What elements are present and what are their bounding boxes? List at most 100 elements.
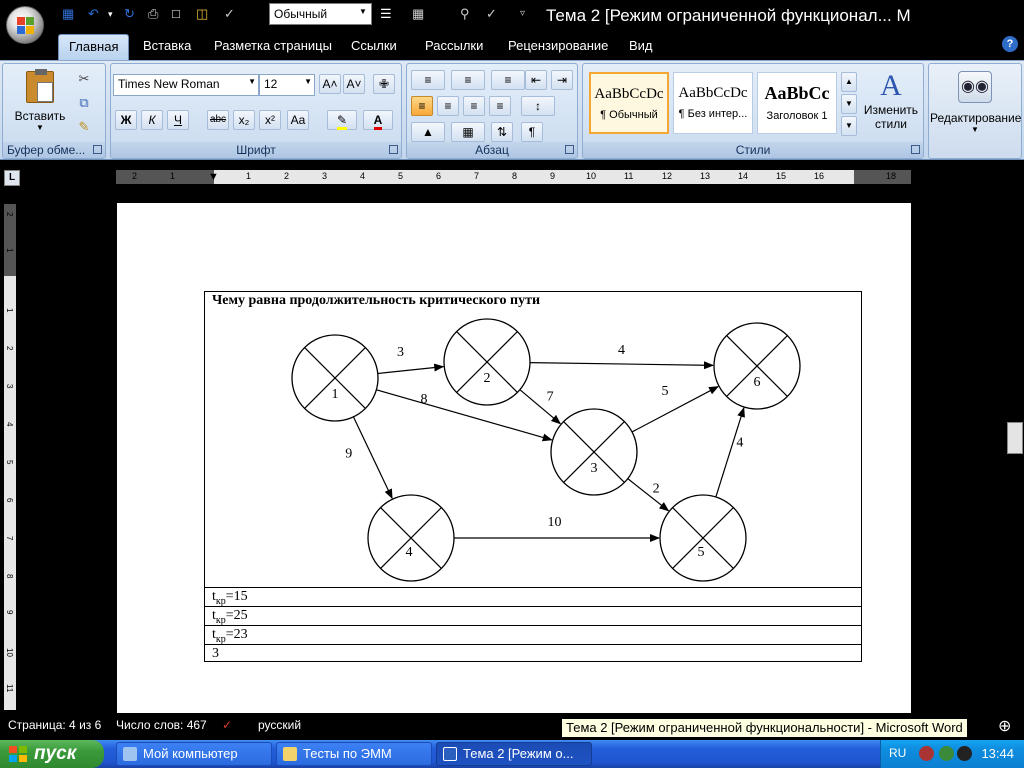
dialog-launcher-icon[interactable] <box>911 145 920 154</box>
task-word-document[interactable]: Тема 2 [Режим о... <box>436 742 592 766</box>
vertical-scrollbar[interactable] <box>1007 190 1024 710</box>
superscript-button[interactable]: x² <box>259 110 281 130</box>
tray-app-icon[interactable] <box>919 746 934 761</box>
styles-scroll-up-icon[interactable]: ▲ <box>841 72 857 92</box>
tab-view[interactable]: Вид <box>629 38 653 54</box>
tab-mailings[interactable]: Рассылки <box>425 38 483 54</box>
task-label: Тема 2 [Режим о... <box>463 746 574 761</box>
undo-icon[interactable]: ↶ <box>88 6 99 22</box>
sort-icon[interactable]: ⇅ <box>491 122 513 142</box>
word-count[interactable]: Число слов: 467 <box>116 718 207 732</box>
shrink-font-button[interactable]: A˅ <box>343 74 365 94</box>
bold-button[interactable]: Ж <box>115 110 137 130</box>
style-heading-1[interactable]: AaBbCc Заголовок 1 <box>757 72 837 134</box>
horizontal-ruler[interactable]: 2 1 ▼ 1 2 3 4 5 6 7 8 9 10 11 12 13 14 1… <box>116 170 911 184</box>
customize-toolbar-icon[interactable]: ▿ <box>520 6 525 22</box>
zoom-in-icon[interactable]: ⊕ <box>998 716 1011 736</box>
task-tests-folder[interactable]: Тесты по ЭММ <box>276 742 432 766</box>
shading-icon[interactable]: ▲ <box>411 122 445 142</box>
search-icon[interactable]: ⚲ <box>460 6 470 22</box>
multilevel-list-icon[interactable]: ≡ <box>491 70 525 90</box>
align-right-icon[interactable]: ≡ <box>463 96 485 116</box>
style-combo[interactable]: Обычный ▼ <box>269 3 372 25</box>
font-size-box[interactable]: 12 ▼ <box>259 74 315 96</box>
answer-option[interactable]: tкр=25 <box>205 606 861 626</box>
print-icon[interactable]: ⎙ <box>148 6 158 22</box>
office-logo-icon <box>17 17 35 35</box>
styles-scroll-down-icon[interactable]: ▼ <box>841 94 857 114</box>
strikethrough-button[interactable]: abc <box>207 110 229 130</box>
cut-icon[interactable]: ✂ <box>75 70 93 88</box>
dialog-launcher-icon[interactable] <box>389 145 398 154</box>
answer-option[interactable]: 3 <box>205 644 861 663</box>
answer-option[interactable]: tкр=23 <box>205 625 861 645</box>
grow-font-button[interactable]: A˄ <box>319 74 341 94</box>
show-marks-button[interactable]: ¶ <box>521 122 543 142</box>
node-number: 2 <box>484 371 491 386</box>
tab-insert[interactable]: Вставка <box>143 38 191 54</box>
dialog-launcher-icon[interactable] <box>93 145 102 154</box>
tab-home[interactable]: Главная <box>58 34 130 60</box>
keyboard-language[interactable]: RU <box>889 746 906 760</box>
numbering-icon[interactable]: ≡ <box>451 70 485 90</box>
redo-icon[interactable]: ↻ <box>124 6 135 22</box>
tab-review[interactable]: Рецензирование <box>508 38 608 54</box>
tab-page-layout[interactable]: Разметка страницы <box>214 38 332 54</box>
list-icon[interactable]: ☰ <box>380 6 392 22</box>
increase-indent-icon[interactable]: ⇥ <box>551 70 573 90</box>
bullets-icon[interactable]: ≡ <box>411 70 445 90</box>
subscript-button[interactable]: x₂ <box>233 110 255 130</box>
editing-button[interactable]: ◉◉ Редактирование ▼ <box>929 68 1021 144</box>
taskbar: пуск Мой компьютер Тесты по ЭММ Тема 2 [… <box>0 740 1024 768</box>
styles-more-icon[interactable]: ▼ <box>841 116 857 136</box>
vertical-ruler[interactable]: 2 1 1 2 3 4 5 6 7 8 9 10 11 <box>4 204 16 710</box>
new-document-icon[interactable]: □ <box>172 6 180 22</box>
save-icon[interactable]: ▦ <box>62 6 74 22</box>
change-styles-button[interactable]: A Изменить стили <box>861 68 921 140</box>
clear-format-icon[interactable]: ✙ <box>373 74 395 94</box>
line-spacing-icon[interactable]: ↕ <box>521 96 555 116</box>
align-left-icon[interactable]: ≡ <box>411 96 433 116</box>
open-folder-icon[interactable]: ◫ <box>196 6 208 22</box>
highlight-icon[interactable]: ✎ <box>327 110 357 130</box>
align-center-icon[interactable]: ≡ <box>437 96 459 116</box>
format-painter-qa-icon[interactable]: ✓ <box>224 6 235 22</box>
style-normal[interactable]: AaBbCcDc ¶ Обычный <box>589 72 669 134</box>
ribbon-tabs: Главная Вставка Разметка страницы Ссылки… <box>0 32 1024 60</box>
undo-dropdown-icon[interactable]: ▾ <box>108 6 113 22</box>
answer-option[interactable]: tкр=15 <box>205 587 861 607</box>
format-painter-icon[interactable]: ✎ <box>75 118 93 136</box>
copy-icon[interactable]: ⧉ <box>75 94 93 112</box>
font-name-box[interactable]: Times New Roman ▼ <box>113 74 259 96</box>
tray-bug-icon[interactable] <box>957 746 972 761</box>
style-no-spacing[interactable]: AaBbCcDc ¶ Без интер... <box>673 72 753 134</box>
office-button[interactable] <box>6 6 44 44</box>
change-case-button[interactable]: Aa <box>287 110 309 130</box>
font-color-icon[interactable]: A <box>363 110 393 130</box>
justify-icon[interactable]: ≡ <box>489 96 511 116</box>
ruler-number: 4 <box>5 422 14 427</box>
start-button[interactable]: пуск <box>0 740 104 768</box>
tray-network-icon[interactable] <box>939 746 954 761</box>
document-page[interactable]: Чему равна продолжительность критическог… <box>117 203 911 713</box>
help-icon[interactable]: ? <box>1002 36 1018 52</box>
tab-selector[interactable]: L <box>4 170 20 186</box>
scrollbar-thumb[interactable] <box>1007 422 1023 454</box>
table-icon[interactable]: ▦ <box>412 6 424 22</box>
task-my-computer[interactable]: Мой компьютер <box>116 742 272 766</box>
borders-icon[interactable]: ▦ <box>451 122 485 142</box>
chevron-down-icon: ▼ <box>359 7 367 16</box>
underline-button[interactable]: Ч <box>167 110 189 130</box>
tab-references[interactable]: Ссылки <box>351 38 397 54</box>
language-indicator[interactable]: русский <box>258 718 301 732</box>
proofing-icon[interactable]: ✓ <box>222 718 232 732</box>
decrease-indent-icon[interactable]: ⇤ <box>525 70 547 90</box>
font-label: Шрифт <box>236 143 276 157</box>
paste-button[interactable]: Вставить ▼ <box>11 68 69 142</box>
spelling-icon[interactable]: ✓ <box>486 6 497 22</box>
indent-marker-icon[interactable]: ▼ <box>208 171 219 183</box>
dialog-launcher-icon[interactable] <box>565 145 574 154</box>
italic-button[interactable]: К <box>141 110 163 130</box>
clipboard-icon <box>26 69 54 103</box>
page-count[interactable]: Страница: 4 из 6 <box>8 718 101 732</box>
